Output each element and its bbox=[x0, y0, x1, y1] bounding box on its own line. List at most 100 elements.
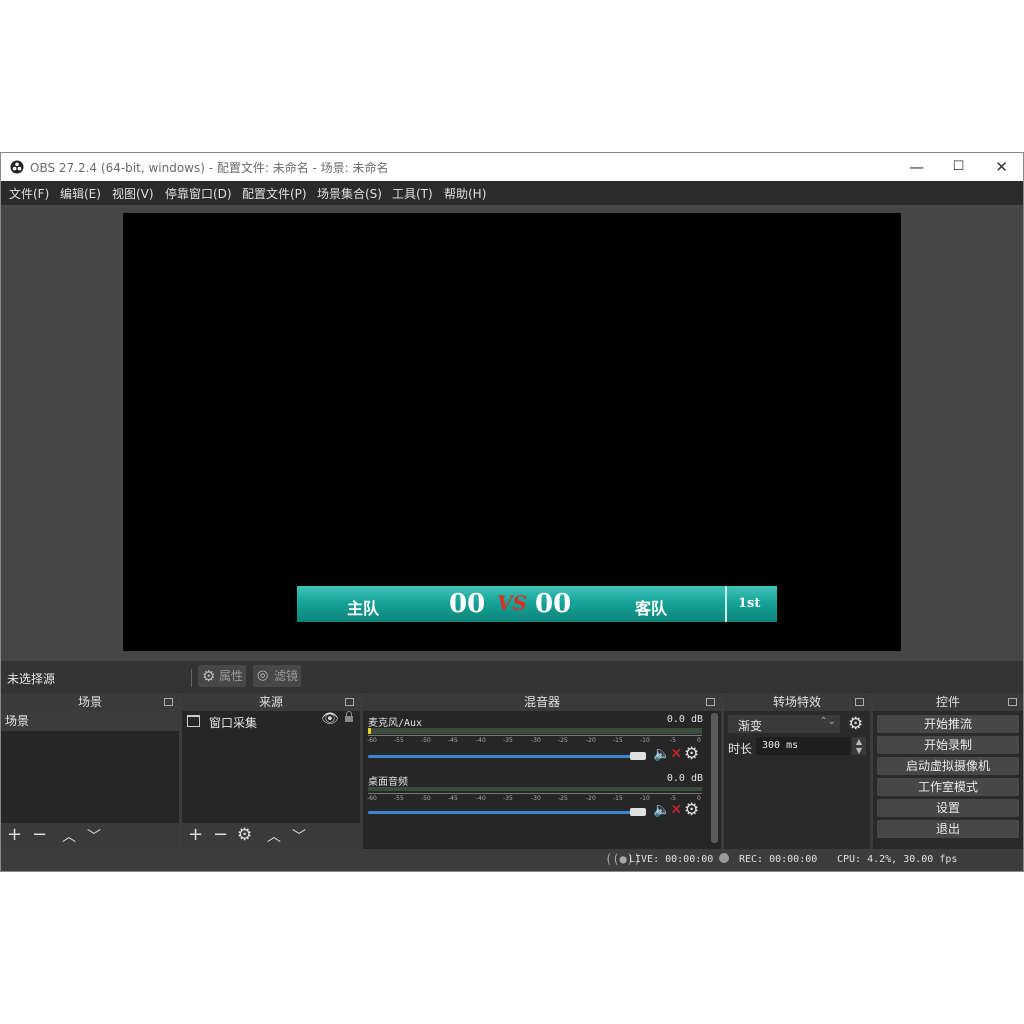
exit-button[interactable]: 退出 bbox=[877, 820, 1019, 838]
tick-label: -5 bbox=[670, 737, 676, 744]
obs-logo-icon bbox=[10, 160, 24, 174]
tick-label: -60 bbox=[367, 737, 377, 744]
title-bar: OBS 27.2.4 (64-bit, windows) - 配置文件: 未命名… bbox=[1, 153, 1023, 181]
tick-label: -15 bbox=[613, 737, 623, 744]
tick-label: -50 bbox=[421, 795, 431, 802]
desktop-audio-volume-slider[interactable] bbox=[368, 811, 638, 814]
duration-stepper[interactable]: ▲ ▼ bbox=[852, 737, 866, 755]
sources-dock: 来源 窗口采集 👁 + − ⚙ ︿ ﹀ bbox=[182, 693, 360, 849]
period-label: 1st bbox=[738, 596, 761, 611]
undock-icon[interactable] bbox=[1008, 698, 1017, 706]
away-team-label: 客队 bbox=[635, 599, 668, 618]
tick-label: -40 bbox=[476, 795, 486, 802]
move-down-icon[interactable]: ﹀ bbox=[292, 827, 306, 847]
close-button[interactable]: ✕ bbox=[979, 153, 1024, 181]
scoreboard-divider bbox=[725, 586, 727, 622]
tick-label: -30 bbox=[531, 737, 541, 744]
start-recording-button[interactable]: 开始录制 bbox=[877, 736, 1019, 754]
undock-icon[interactable] bbox=[706, 698, 715, 706]
transition-select[interactable]: 渐变 ⌃⌄ bbox=[728, 715, 840, 733]
menu-profile[interactable]: 配置文件(P) bbox=[242, 185, 307, 202]
duration-input[interactable]: 300 ms bbox=[756, 737, 850, 755]
properties-button[interactable]: ⚙ 属性 bbox=[198, 665, 246, 687]
sources-toolbar: + − ⚙ ︿ ﹀ bbox=[182, 823, 360, 849]
move-down-icon[interactable]: ﹀ bbox=[87, 827, 101, 847]
list-item[interactable]: 窗口采集 👁 bbox=[182, 711, 360, 731]
gear-icon[interactable]: ⚙ bbox=[684, 800, 699, 820]
tick-label: -35 bbox=[503, 795, 513, 802]
filters-button[interactable]: ◎ 滤镜 bbox=[253, 665, 301, 687]
obs-window: OBS 27.2.4 (64-bit, windows) - 配置文件: 未命名… bbox=[0, 152, 1024, 872]
mic-aux-volume-slider[interactable] bbox=[368, 755, 638, 758]
tick-label: -55 bbox=[394, 795, 404, 802]
start-streaming-button[interactable]: 开始推流 bbox=[877, 715, 1019, 733]
preview-canvas[interactable]: 主队 00 VS 00 客队 1st bbox=[123, 213, 901, 651]
tick-label: -25 bbox=[558, 795, 568, 802]
controls-dock: 控件 开始推流 开始录制 启动虚拟摄像机 工作室模式 设置 退出 bbox=[873, 693, 1023, 849]
tick-label: -20 bbox=[586, 795, 596, 802]
mic-aux-db: 0.0 dB bbox=[666, 714, 703, 725]
sources-dock-title: 来源 bbox=[258, 695, 283, 709]
tick-label: 0 bbox=[697, 737, 701, 744]
mic-aux-label: 麦克风/Aux bbox=[368, 718, 423, 729]
maximize-button[interactable]: ☐ bbox=[936, 153, 981, 181]
menu-file[interactable]: 文件(F) bbox=[9, 185, 49, 202]
menu-view[interactable]: 视图(V) bbox=[112, 185, 154, 202]
mic-aux-slider-handle[interactable] bbox=[630, 752, 646, 760]
studio-mode-button[interactable]: 工作室模式 bbox=[877, 778, 1019, 796]
menu-edit[interactable]: 编辑(E) bbox=[60, 185, 101, 202]
rec-status: REC: 00:00:00 bbox=[739, 854, 818, 865]
tick-label: -45 bbox=[448, 795, 458, 802]
duration-label: 时长 bbox=[728, 742, 753, 756]
tick-label: -50 bbox=[421, 737, 431, 744]
mic-aux-volume-meter bbox=[368, 728, 702, 734]
list-item[interactable]: 场景 bbox=[1, 711, 179, 731]
home-team-label: 主队 bbox=[347, 599, 380, 618]
move-up-icon[interactable]: ︿ bbox=[62, 827, 76, 847]
remove-icon[interactable]: − bbox=[32, 825, 47, 845]
muted-speaker-icon[interactable]: 🔈✕ bbox=[653, 746, 682, 762]
undock-icon[interactable] bbox=[164, 698, 173, 706]
lock-icon[interactable] bbox=[345, 711, 353, 722]
menu-bar: 文件(F) 编辑(E) 视图(V) 停靠窗口(D) 配置文件(P) 场景集合(S… bbox=[1, 181, 1023, 205]
tick-label: -5 bbox=[670, 795, 676, 802]
visibility-eye-icon[interactable]: 👁 bbox=[321, 711, 339, 727]
desktop-audio-label: 桌面音频 bbox=[368, 777, 408, 788]
muted-speaker-icon[interactable]: 🔈✕ bbox=[653, 802, 682, 818]
menu-scene-collection[interactable]: 场景集合(S) bbox=[317, 185, 382, 202]
toolbar-divider bbox=[191, 669, 192, 687]
undock-icon[interactable] bbox=[855, 698, 864, 706]
menu-tools[interactable]: 工具(T) bbox=[392, 185, 433, 202]
settings-button[interactable]: 设置 bbox=[877, 799, 1019, 817]
audio-mixer-dock: 混音器 麦克风/Aux 0.0 dB -60 -55 -50 -45 -40 -… bbox=[363, 693, 721, 849]
add-icon[interactable]: + bbox=[188, 825, 203, 845]
scenes-dock-title: 场景 bbox=[77, 695, 102, 709]
filter-icon: ◎ bbox=[257, 668, 269, 683]
remove-icon[interactable]: − bbox=[213, 825, 228, 845]
undock-icon[interactable] bbox=[345, 698, 354, 706]
add-icon[interactable]: + bbox=[7, 825, 22, 845]
transitions-dock: 转场特效 渐变 ⌃⌄ ⚙ 时长 300 ms ▲ ▼ bbox=[724, 693, 870, 849]
gear-icon[interactable]: ⚙ bbox=[684, 744, 699, 764]
desktop-audio-slider-handle[interactable] bbox=[630, 808, 646, 816]
status-bar: ((●)) LIVE: 00:00:00 REC: 00:00:00 CPU: … bbox=[1, 849, 1023, 871]
gear-icon[interactable]: ⚙ bbox=[237, 825, 252, 845]
mixer-scrollbar[interactable] bbox=[711, 713, 718, 843]
tick-label: -40 bbox=[476, 737, 486, 744]
tick-label: -55 bbox=[394, 737, 404, 744]
controls-dock-title: 控件 bbox=[935, 695, 960, 709]
tick-label: -15 bbox=[613, 795, 623, 802]
tick-label: -30 bbox=[531, 795, 541, 802]
transitions-dock-title: 转场特效 bbox=[772, 695, 821, 709]
start-virtual-camera-button[interactable]: 启动虚拟摄像机 bbox=[877, 757, 1019, 775]
gear-icon[interactable]: ⚙ bbox=[848, 714, 863, 734]
desktop-audio-volume-meter bbox=[368, 787, 702, 791]
cpu-status: CPU: 4.2%, 30.00 fps bbox=[837, 854, 958, 865]
properties-label: 属性 bbox=[219, 669, 244, 683]
tick-label: -35 bbox=[503, 737, 513, 744]
minimize-button[interactable]: — bbox=[894, 153, 939, 181]
home-score: 00 bbox=[449, 589, 486, 619]
menu-docks[interactable]: 停靠窗口(D) bbox=[165, 185, 232, 202]
menu-help[interactable]: 帮助(H) bbox=[444, 185, 486, 202]
move-up-icon[interactable]: ︿ bbox=[267, 827, 281, 847]
